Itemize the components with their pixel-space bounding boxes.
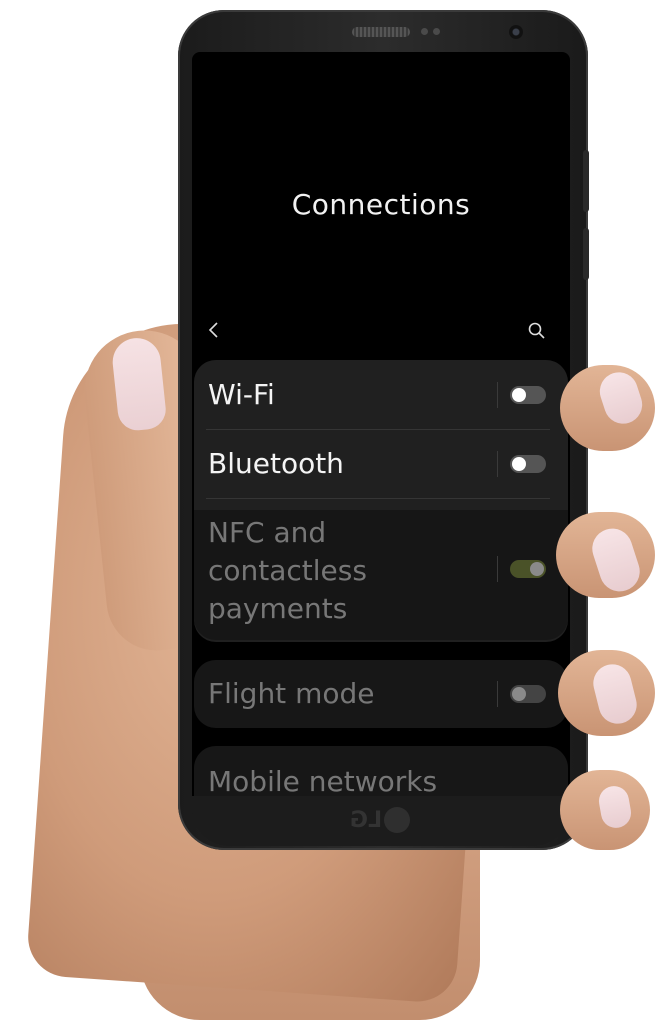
settings-row-nfc[interactable]: NFC and contactless payments [194,510,568,640]
earpiece-speaker [352,27,410,37]
phone-screen: Connections Wi-Fi Bluetooth NFC and cont… [192,52,570,796]
settings-row-mobile-networks[interactable]: Mobile networks [194,746,568,796]
settings-row-flight-mode[interactable]: Flight mode [194,660,568,728]
settings-row-label: Flight mode [208,677,375,710]
flight-mode-toggle[interactable] [510,685,546,703]
bluetooth-toggle[interactable] [510,455,546,473]
volume-up-button [583,150,589,212]
settings-group-flight: Flight mode [194,660,568,728]
settings-row-label: Bluetooth [208,447,344,480]
nfc-toggle[interactable] [510,560,546,578]
divider [206,498,550,499]
settings-row-label: NFC and contactless payments [208,516,367,625]
settings-row-label: Mobile networks [208,765,438,796]
wifi-toggle[interactable] [510,386,546,404]
divider [497,556,498,582]
light-sensor [433,28,440,35]
volume-down-button [583,228,589,280]
back-button[interactable] [204,317,226,343]
chevron-left-icon [208,322,218,338]
divider [497,382,498,408]
settings-row-bluetooth[interactable]: Bluetooth [194,430,568,498]
brand-logo: LG [350,808,383,833]
divider [497,451,498,477]
search-button[interactable] [526,320,548,342]
page-title: Connections [291,188,471,221]
settings-row-wifi[interactable]: Wi-Fi [194,360,568,430]
settings-row-label: Wi-Fi [208,378,275,411]
lg-logo-icon [384,807,410,833]
divider [497,681,498,707]
front-camera-icon [509,25,523,39]
settings-group-mobile: Mobile networks [194,746,568,796]
proximity-sensor [421,28,428,35]
search-icon [528,322,545,339]
settings-group-connectivity: Wi-Fi Bluetooth NFC and contactless paym… [194,360,568,642]
